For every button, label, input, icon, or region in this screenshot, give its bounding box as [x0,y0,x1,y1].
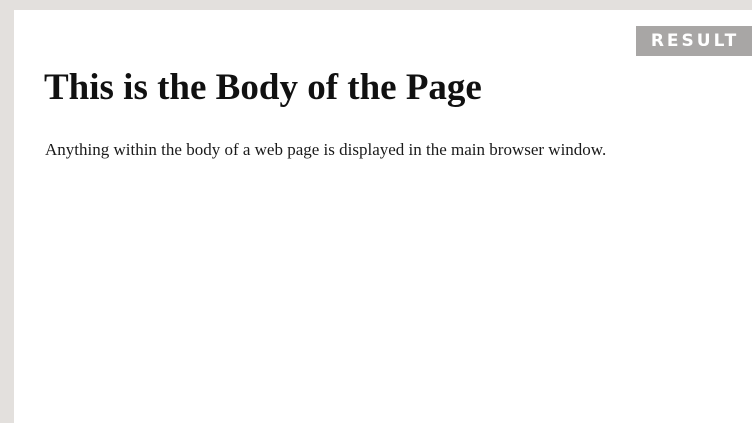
result-tab-label: RESULT [636,26,752,56]
result-frame: RESULT This is the Body of the Page Anyt… [14,10,752,423]
page-paragraph: Anything within the body of a web page i… [45,140,607,159]
page-heading: This is the Body of the Page [44,67,482,108]
